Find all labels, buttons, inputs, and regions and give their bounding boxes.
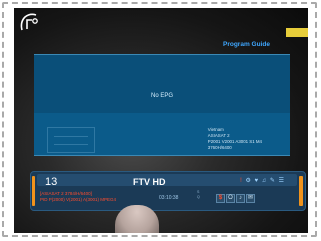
list-icon: ☰ <box>278 178 285 184</box>
epg-mini-line <box>54 144 88 145</box>
tv-screen: Program Guide No EPG Vietnam ASIASAT 2 P… <box>14 8 308 233</box>
epg-preview <box>34 55 290 113</box>
pid-info: PID P(2000) V(2001) A(3001) MPEG4 <box>40 197 117 202</box>
satellite-info: Vietnam ASIASAT 2 P2001 V2001 A3001 S1 M… <box>208 127 262 151</box>
infobar-right-accent <box>299 176 303 206</box>
signal-meter: S Q <box>197 190 200 200</box>
channel-number: 13 <box>45 176 58 188</box>
photo-hand-foreground <box>115 205 159 233</box>
favorite-icon: ♥ <box>254 178 260 184</box>
epg-mini-box <box>47 127 95 153</box>
scrambled-flag-icon: $ <box>216 194 225 203</box>
music-icon: ♫ <box>261 178 268 184</box>
edit-icon: ✎ <box>269 178 276 184</box>
epg-flag-icon: O <box>226 194 235 203</box>
alert-icon: ! <box>240 178 243 184</box>
signal-quality-label: Q <box>197 195 200 199</box>
status-icons: ! ⚙ ♥ ♫ ✎ ☰ <box>240 177 285 185</box>
settings-icon: ⚙ <box>245 178 252 184</box>
satellite-frequency: 3760H/6400 <box>207 145 232 150</box>
clock: 03:10:38 <box>159 195 179 201</box>
service-flags: $ O ♪ ✉ <box>216 194 255 203</box>
channel-infobar[interactable]: 13 FTV HD ! ⚙ ♥ ♫ ✎ ☰ [ASIASAT 2 3784/H/… <box>30 171 306 211</box>
status-stripe <box>286 28 308 37</box>
infobar-header: 13 FTV HD ! ⚙ ♥ ♫ ✎ ☰ <box>37 174 297 188</box>
channel-name: FTV HD <box>133 177 166 187</box>
epg-panel: No EPG Vietnam ASIASAT 2 P2001 V2001 A30… <box>34 54 290 156</box>
transponder-info: [ASIASAT 2 3784/H/6400] <box>40 191 92 196</box>
program-guide-title: Program Guide <box>223 41 270 48</box>
audio-flag-icon: ♪ <box>236 194 245 203</box>
mail-flag-icon: ✉ <box>246 194 255 203</box>
receiver-logo-icon <box>20 13 38 31</box>
screenshot-frame: Program Guide No EPG Vietnam ASIASAT 2 P… <box>0 0 321 241</box>
no-epg-text: No EPG <box>150 93 173 99</box>
epg-mini-line <box>54 136 88 137</box>
infobar-left-accent <box>32 176 35 206</box>
